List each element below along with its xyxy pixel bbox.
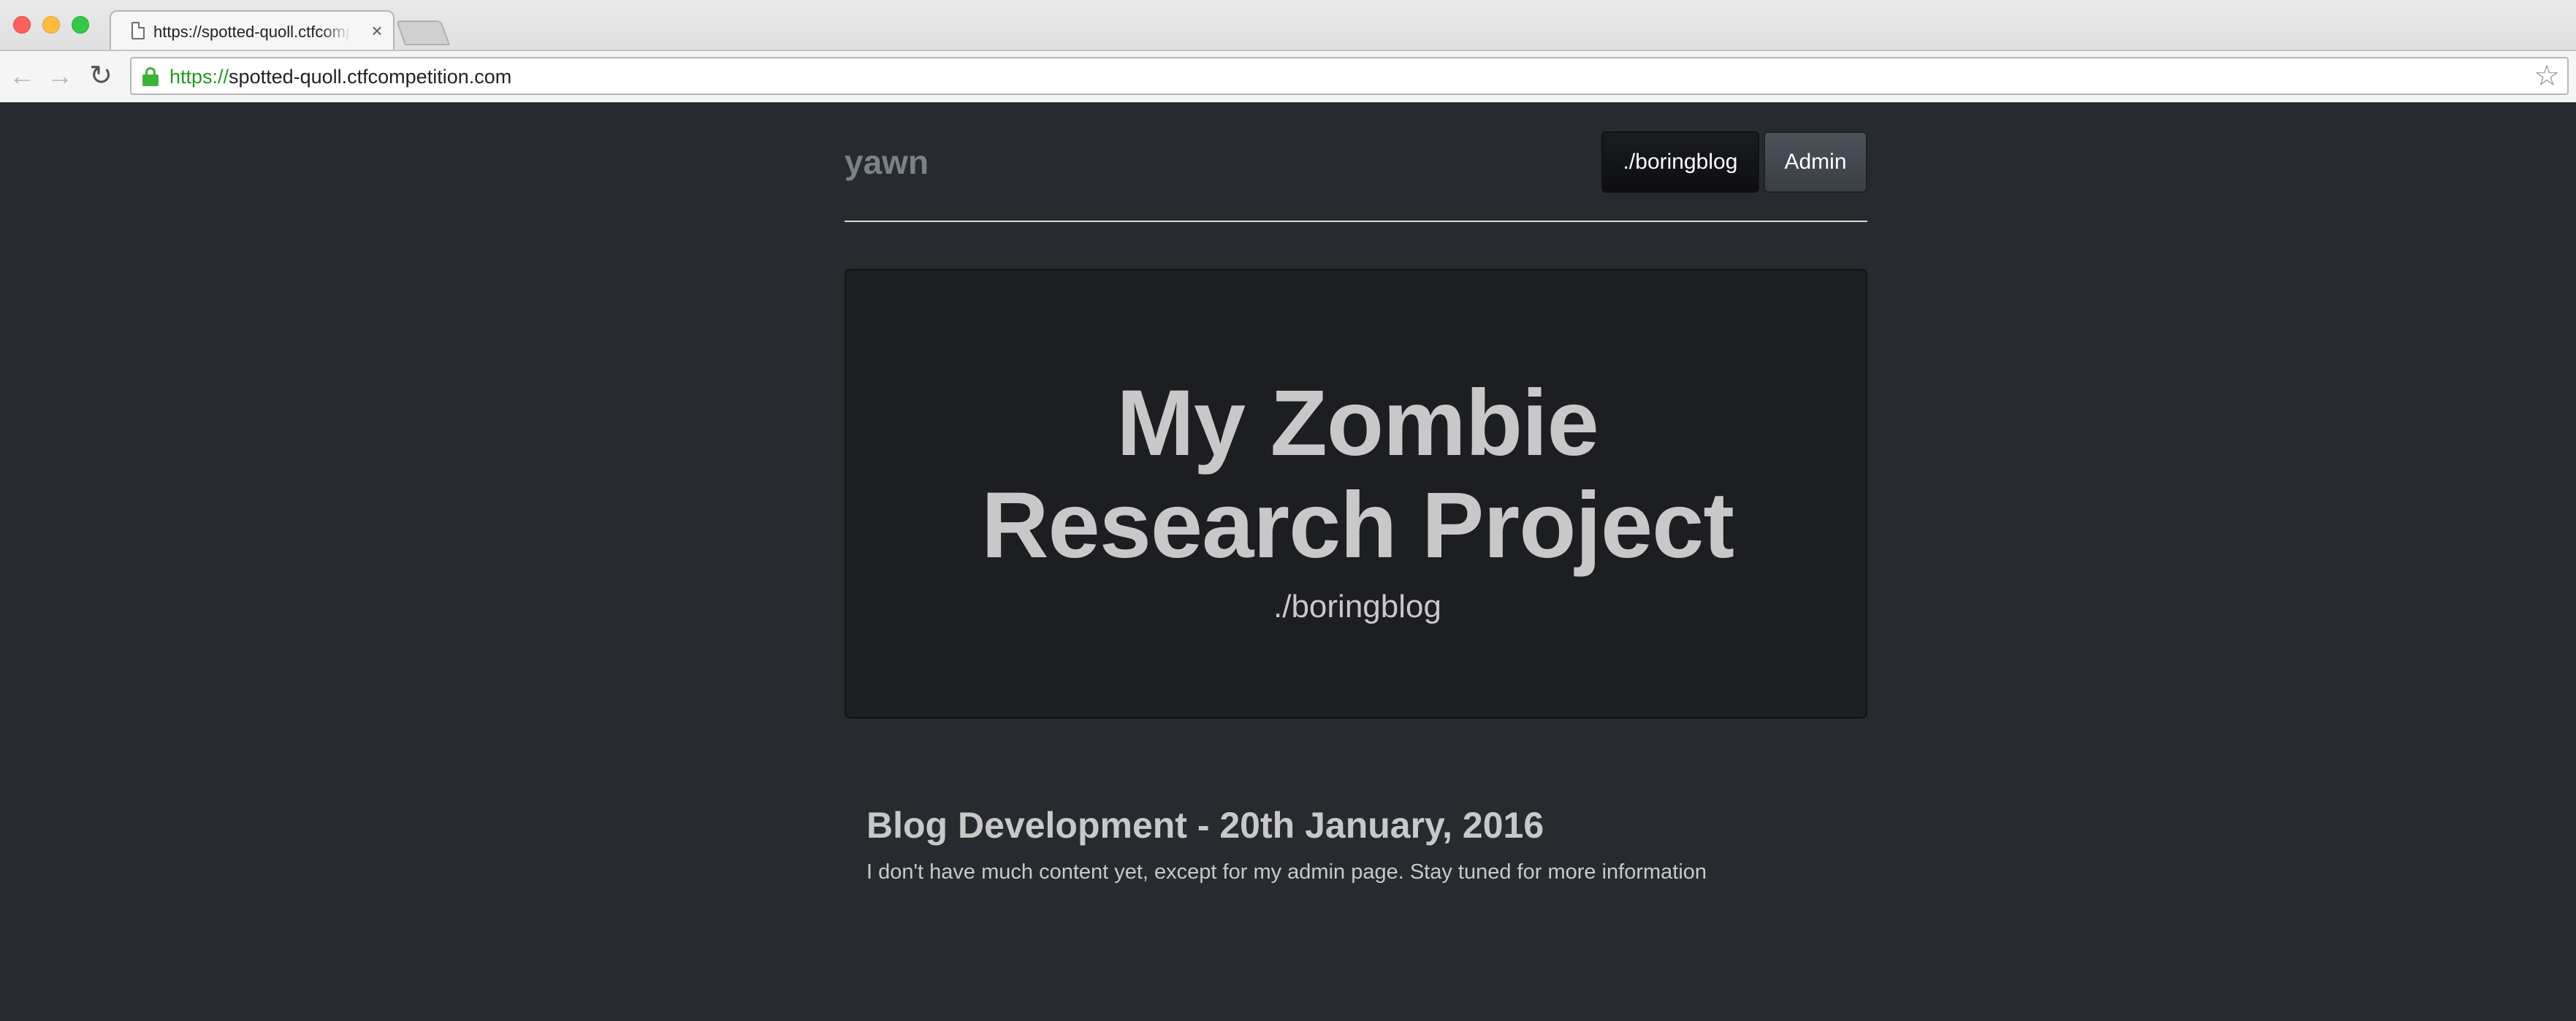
blog-post: Blog Development - 20th January, 2016 I … [866,803,1845,885]
browser-chrome: https://spotted-quoll.ctfcompetition.com… [0,0,2576,102]
browser-toolbar: ← → ↻ https://spotted-quoll.ctfcompetiti… [0,50,2576,102]
address-bar[interactable]: https://spotted-quoll.ctfcompetition.com… [130,57,2569,95]
hero-subtitle: ./boringblog [1273,589,1441,624]
page-content: yawn ./boringblog Admin My Zombie Resear… [0,104,2576,1021]
close-tab-icon[interactable]: × [367,20,387,42]
close-window-button[interactable] [13,16,31,34]
nav-item-admin[interactable]: Admin [1764,131,1867,193]
minimize-window-button[interactable] [42,16,60,34]
reload-icon[interactable]: ↻ [86,61,115,91]
hero-title-line-1: My Zombie [1116,371,1599,475]
nav-item-boringblog[interactable]: ./boringblog [1601,131,1759,193]
url-host: spotted-quoll.ctfcompetition.com [229,66,512,88]
hero-title: My Zombie Research Project [846,372,1869,577]
masthead: yawn ./boringblog Admin [845,104,1867,222]
browser-tab[interactable]: https://spotted-quoll.ctfcompetition.com… [110,10,395,51]
url-scheme: https:// [169,66,229,88]
site-brand[interactable]: yawn [845,142,929,183]
lock-icon [142,67,159,86]
zoom-window-button[interactable] [72,16,89,34]
tab-title: https://spotted-quoll.ctfcompetition.com [153,23,351,41]
bookmark-star-icon[interactable]: ☆ [2532,61,2561,91]
forward-arrow-icon[interactable]: → [45,61,75,91]
post-title: Blog Development - 20th January, 2016 [866,805,1544,846]
post-body: I don't have much content yet, except fo… [866,860,1707,884]
tab-strip: https://spotted-quoll.ctfcompetition.com… [0,0,2576,51]
hero-title-line-2: Research Project [981,473,1734,578]
url-text[interactable]: https://spotted-quoll.ctfcompetition.com [169,66,511,88]
document-icon [132,22,145,39]
new-tab-button[interactable] [395,20,451,45]
content-container: yawn ./boringblog Admin My Zombie Resear… [845,104,1867,1021]
hero-jumbotron: My Zombie Research Project ./boringblog [845,269,1867,719]
back-arrow-icon[interactable]: ← [7,61,37,91]
